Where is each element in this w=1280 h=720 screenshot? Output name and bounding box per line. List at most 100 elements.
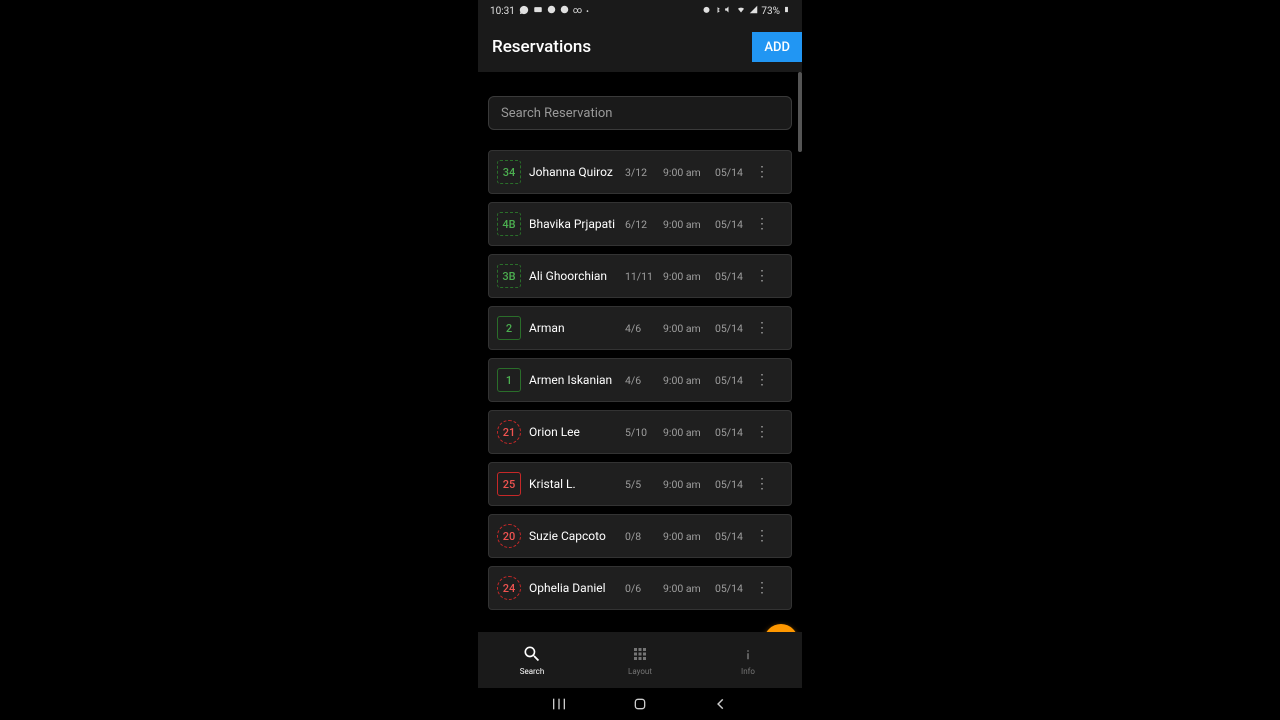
table-badge: 24 [497, 576, 521, 600]
reservation-time: 9:00 am [663, 426, 707, 439]
whatsapp-icon [519, 5, 529, 18]
guest-name: Ali Ghoorchian [529, 269, 617, 283]
party-size: 11/11 [625, 270, 655, 283]
guest-name: Orion Lee [529, 425, 617, 439]
status-right: 73% [702, 4, 790, 18]
reservation-time: 9:00 am [663, 322, 707, 335]
party-size: 4/6 [625, 322, 655, 335]
reservation-time: 9:00 am [663, 218, 707, 231]
nav-info[interactable]: Info [708, 644, 788, 676]
more-menu-icon[interactable]: ⋮ [755, 216, 767, 232]
reservation-time: 9:00 am [663, 270, 707, 283]
bluetooth-icon [714, 5, 721, 18]
reservation-date: 05/14 [715, 322, 747, 335]
nav-info-label: Info [741, 667, 755, 676]
wifi-icon [736, 5, 746, 17]
nav-search-label: Search [520, 667, 545, 676]
more-menu-icon[interactable]: ⋮ [755, 320, 767, 336]
more-menu-icon[interactable]: ⋮ [755, 268, 767, 284]
content-area: 34Johanna Quiroz3/129:00 am05/14⋮4BBhavi… [478, 72, 802, 632]
party-size: 5/10 [625, 426, 655, 439]
home-button[interactable] [620, 696, 660, 712]
status-bar: 10:31 ∞ • [478, 0, 802, 22]
guest-name: Ophelia Daniel [529, 581, 617, 595]
guest-name: Suzie Capcoto [529, 529, 617, 543]
system-nav [478, 688, 802, 720]
add-button[interactable]: ADD [752, 32, 802, 62]
recents-button[interactable] [539, 696, 579, 712]
reservation-row[interactable]: 4B Bhavika Prjapati 6/12 9:00 am 05/14 ⋮ [488, 202, 792, 246]
table-badge: 34 [497, 160, 521, 184]
facebook-icon [547, 5, 556, 17]
table-badge: 4B [497, 212, 521, 236]
search-icon [522, 644, 542, 664]
party-size: 0/8 [625, 530, 655, 543]
status-left: 10:31 ∞ • [490, 5, 589, 18]
more-menu-icon[interactable]: ⋮ [755, 164, 767, 180]
reservation-date: 05/14 [715, 478, 747, 491]
nav-layout[interactable]: Layout [600, 644, 680, 676]
scrollbar[interactable] [798, 72, 802, 212]
alarm-icon [702, 5, 711, 17]
page-title: Reservations [492, 37, 591, 57]
more-icon: • [586, 7, 589, 16]
table-badge: 2 [497, 316, 521, 340]
table-badge: 21 [497, 420, 521, 444]
guest-name: Armen Iskanian [529, 373, 617, 387]
app-header: Reservations ADD [478, 22, 802, 72]
reservation-time: 9:00 am [663, 374, 707, 387]
reservation-row[interactable]: 3B Ali Ghoorchian 11/11 9:00 am 05/14 ⋮ [488, 254, 792, 298]
status-time: 10:31 [490, 6, 515, 17]
reservation-list: 34Johanna Quiroz3/129:00 am05/14⋮4BBhavi… [488, 150, 792, 610]
info-icon [738, 644, 758, 664]
reservation-row[interactable]: 2 Arman 4/6 9:00 am 05/14 ⋮ [488, 306, 792, 350]
reservation-date: 05/14 [715, 166, 747, 179]
reservation-time: 9:00 am [663, 582, 707, 595]
reservation-time: 9:00 am [663, 478, 707, 491]
guest-name: Bhavika Prjapati [529, 217, 617, 231]
message-icon [533, 5, 543, 18]
party-size: 3/12 [625, 166, 655, 179]
nav-layout-label: Layout [628, 667, 652, 676]
battery-icon [783, 4, 790, 18]
party-size: 5/5 [625, 478, 655, 491]
nav-search[interactable]: Search [492, 644, 572, 676]
phone-frame: 10:31 ∞ • [478, 0, 802, 720]
signal-icon [749, 5, 758, 17]
battery-pct: 73% [761, 6, 780, 17]
record-fab[interactable]: 00:00 [764, 624, 798, 632]
reservation-date: 05/14 [715, 426, 747, 439]
more-menu-icon[interactable]: ⋮ [755, 424, 767, 440]
reservation-date: 05/14 [715, 582, 747, 595]
party-size: 6/12 [625, 218, 655, 231]
table-badge: 25 [497, 472, 521, 496]
facebook-icon-2 [560, 5, 569, 17]
reservation-time: 9:00 am [663, 530, 707, 543]
reservation-row[interactable]: 24 Ophelia Daniel 0/6 9:00 am 05/14 ⋮ [488, 566, 792, 610]
guest-name: Kristal L. [529, 477, 617, 491]
back-button[interactable] [701, 697, 741, 711]
bottom-nav: Search Layout Info [478, 632, 802, 688]
reservation-row[interactable]: 21 Orion Lee 5/10 9:00 am 05/14 ⋮ [488, 410, 792, 454]
reservation-row[interactable]: 1Armen Iskanian4/69:00 am05/14⋮ [488, 358, 792, 402]
reservation-date: 05/14 [715, 374, 747, 387]
table-badge: 1 [497, 368, 521, 392]
party-size: 0/6 [625, 582, 655, 595]
reservation-row[interactable]: 20 Suzie Capcoto 0/8 9:00 am 05/14 ⋮ [488, 514, 792, 558]
reservation-time: 9:00 am [663, 166, 707, 179]
grid-icon [630, 644, 650, 664]
search-input[interactable] [488, 96, 792, 130]
more-menu-icon[interactable]: ⋮ [755, 580, 767, 596]
reservation-date: 05/14 [715, 530, 747, 543]
reservation-row[interactable]: 34Johanna Quiroz3/129:00 am05/14⋮ [488, 150, 792, 194]
more-menu-icon[interactable]: ⋮ [755, 528, 767, 544]
table-badge: 3B [497, 264, 521, 288]
reservation-date: 05/14 [715, 218, 747, 231]
table-badge: 20 [497, 524, 521, 548]
more-menu-icon[interactable]: ⋮ [755, 476, 767, 492]
reservation-row[interactable]: 25 Kristal L. 5/5 9:00 am 05/14 ⋮ [488, 462, 792, 506]
more-menu-icon[interactable]: ⋮ [755, 372, 767, 388]
guest-name: Arman [529, 321, 617, 335]
reservation-date: 05/14 [715, 270, 747, 283]
mute-icon [724, 5, 733, 17]
